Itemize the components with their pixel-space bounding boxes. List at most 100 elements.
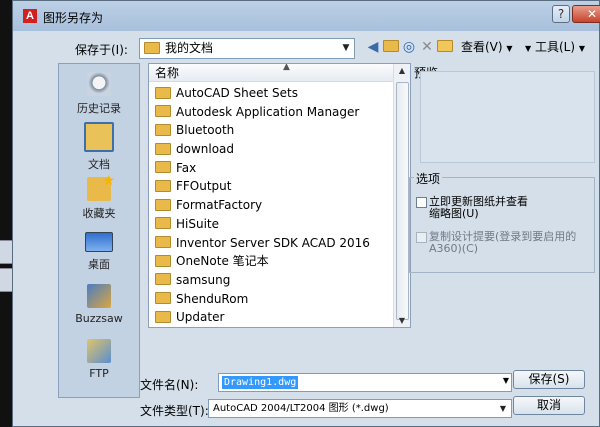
desktop-icon <box>85 232 113 252</box>
folder-icon <box>155 123 171 136</box>
copy-design-label: 复制设计提要(登录到要启用的 A360)(C) <box>429 230 577 255</box>
places-bar: 历史记录 文档 ★ 收藏夹 桌面 Buzzsaw FTP <box>58 63 140 398</box>
folder-icon <box>155 179 171 192</box>
scroll-down-icon[interactable]: ▼ <box>394 316 410 325</box>
file-list-item-label: AutoCAD Sheet Sets <box>176 86 298 100</box>
file-list-item-label: download <box>176 142 235 157</box>
buzzsaw-icon <box>87 284 111 308</box>
file-list-item-label: Inventor Server SDK ACAD 2016 <box>176 235 370 250</box>
place-documents[interactable]: 文档 <box>59 122 139 172</box>
file-name-input[interactable]: Drawing1.dwg ▼ <box>218 373 512 392</box>
scroll-up-icon[interactable]: ▲ <box>394 66 410 75</box>
folder-icon <box>155 142 171 155</box>
history-icon <box>87 72 111 96</box>
title-bar[interactable]: A 图形另存为 ? ✕ <box>13 1 600 31</box>
folder-icon <box>155 236 171 248</box>
favorites-icon: ★ <box>87 173 115 201</box>
file-list-item[interactable]: FFOutput <box>155 177 395 196</box>
folder-icon <box>155 292 171 305</box>
place-label: Buzzsaw <box>75 312 123 325</box>
save-as-dialog: A 图形另存为 ? ✕ 保存于(I): 我的文档 ▼ ◀ ◎ ✕ 查看(V) ▼… <box>12 0 600 427</box>
file-list-item[interactable]: Inventor Server SDK ACAD 2016 <box>155 234 395 253</box>
delete-icon[interactable]: ✕ <box>419 39 435 55</box>
place-label: 历史记录 <box>77 102 121 115</box>
place-label: 文档 <box>88 158 110 171</box>
file-name-value: Drawing1.dwg <box>222 376 299 389</box>
folder-icon <box>155 217 171 230</box>
folder-icon <box>155 254 171 267</box>
place-label: 桌面 <box>88 258 110 271</box>
place-favorites[interactable]: ★ 收藏夹 <box>59 173 139 221</box>
file-list-item-label: ShenduRom <box>176 291 249 306</box>
file-list-item-label: FFOutput <box>176 179 232 194</box>
autocad-logo-icon: A <box>23 9 37 23</box>
file-name-label: 文件名(N): <box>140 378 199 392</box>
file-type-dropdown[interactable]: AutoCAD 2004/LT2004 图形 (*.dwg) ▼ <box>208 399 512 418</box>
file-list-item-label: HiSuite <box>176 216 220 231</box>
chevron-down-icon: ▼ <box>499 404 507 413</box>
save-button[interactable]: 保存(S) <box>513 370 585 389</box>
folder-icon <box>155 273 171 286</box>
place-buzzsaw[interactable]: Buzzsaw <box>59 284 139 325</box>
chevron-down-icon[interactable]: ▼ <box>503 376 509 385</box>
file-list-item[interactable]: download <box>155 140 395 159</box>
file-list-item-label: OneNote 笔记本 <box>176 254 269 269</box>
save-in-label: 保存于(I): <box>75 43 128 57</box>
update-thumbnail-label: 立即更新图纸并查看 缩略图(U) <box>429 195 528 220</box>
options-group <box>409 177 595 273</box>
search-web-icon[interactable]: ◎ <box>401 39 417 55</box>
file-list-item-label: samsung <box>176 272 231 287</box>
preview-area <box>420 71 595 163</box>
file-list: 名称 ▲ AutoCAD Sheet Sets Autodesk Applicat… <box>148 63 411 328</box>
new-folder-icon[interactable] <box>437 39 453 55</box>
file-list-item[interactable]: Updater <box>155 308 395 327</box>
place-ftp[interactable]: FTP <box>59 339 139 380</box>
place-label: 收藏夹 <box>82 207 116 220</box>
place-desktop[interactable]: 桌面 <box>59 232 139 272</box>
vertical-scrollbar[interactable]: ▲ ▼ <box>393 64 410 327</box>
file-type-value: AutoCAD 2004/LT2004 图形 (*.dwg) <box>213 403 389 414</box>
ftp-icon <box>87 339 111 363</box>
file-list-item[interactable]: HiSuite <box>155 215 395 234</box>
file-list-item-label: Updater <box>176 310 225 325</box>
back-icon[interactable]: ◀ <box>365 39 381 55</box>
column-header-name[interactable]: 名称 ▲ <box>149 64 395 82</box>
place-history[interactable]: 历史记录 <box>59 72 139 116</box>
chevron-down-icon: ▼ <box>342 43 350 53</box>
file-list-item[interactable]: OneNote 笔记本 <box>155 252 395 271</box>
save-in-value: 我的文档 <box>165 41 214 55</box>
view-menu[interactable]: 查看(V) ▼ <box>461 39 513 57</box>
scrollbar-thumb[interactable] <box>396 82 409 320</box>
file-list-item[interactable]: Fax <box>155 159 395 178</box>
sort-ascending-icon: ▲ <box>283 63 290 72</box>
file-list-item[interactable]: AutoCAD Sheet Sets <box>155 84 395 103</box>
file-list-item[interactable]: FormatFactory <box>155 196 395 215</box>
file-list-item[interactable]: samsung <box>155 271 395 290</box>
file-list-item-label: Bluetooth <box>176 123 235 138</box>
cancel-button[interactable]: 取消 <box>513 396 585 415</box>
file-list-item-label: Fax <box>176 160 197 175</box>
tools-menu[interactable]: ▼ 工具(L) ▼ <box>525 39 585 57</box>
file-list-item[interactable]: Bluetooth <box>155 121 395 140</box>
dialog-title: 图形另存为 <box>43 11 104 25</box>
copy-design-checkbox[interactable] <box>416 232 427 243</box>
options-title: 选项 <box>414 170 443 187</box>
documents-icon <box>84 122 114 152</box>
folder-icon <box>155 105 171 118</box>
file-list-item[interactable]: Autodesk Application Manager <box>155 103 395 122</box>
file-list-item-label: FormatFactory <box>176 198 263 213</box>
folder-icon <box>155 161 171 174</box>
file-list-item-label: Autodesk Application Manager <box>176 104 360 119</box>
place-label: FTP <box>89 367 109 380</box>
file-list-item[interactable]: ShenduRom <box>155 290 395 309</box>
folder-icon <box>144 41 160 54</box>
folder-icon <box>155 86 171 99</box>
file-type-label: 文件类型(T): <box>140 404 209 418</box>
close-button[interactable]: ✕ <box>572 5 600 23</box>
folder-icon <box>155 198 171 211</box>
save-in-dropdown[interactable]: 我的文档 ▼ <box>139 38 355 59</box>
help-button[interactable]: ? <box>552 5 570 23</box>
update-thumbnail-checkbox[interactable] <box>416 197 427 208</box>
folder-icon <box>155 310 171 323</box>
up-folder-icon[interactable] <box>383 39 399 55</box>
